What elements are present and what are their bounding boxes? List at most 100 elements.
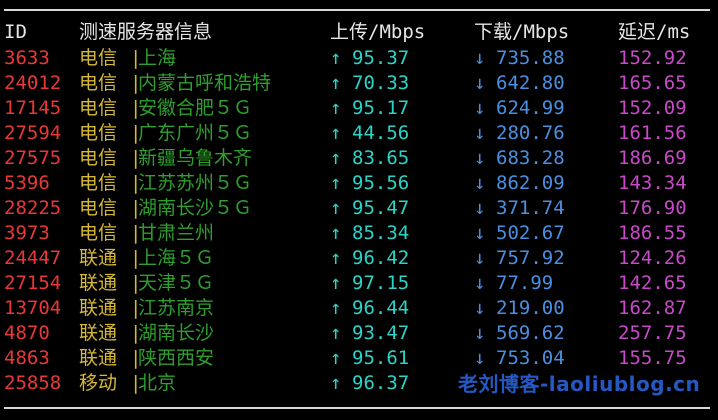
table-row: 4863 联通 | 陕西西安 ↑ 95.61 ↓ 753.04 155.75 <box>0 346 718 371</box>
upload-arrow-icon: ↑ <box>330 322 342 344</box>
download-arrow-icon: ↓ <box>474 172 486 194</box>
isp-name: 电信 <box>79 147 118 169</box>
header-server-info: 测速服务器信息 <box>79 21 213 43</box>
server-location: 内蒙古呼和浩特 <box>138 72 272 94</box>
table-row: 27594 电信 | 广东广州５Ｇ ↑ 44.56 ↓ 280.76 161.56 <box>0 121 718 146</box>
download-speed: 757.92 <box>496 247 565 269</box>
download-speed: 753.04 <box>496 347 565 369</box>
download-arrow-icon: ↓ <box>474 247 486 269</box>
upload-speed: 93.47 <box>352 322 410 344</box>
server-location: 新疆乌鲁木齐 <box>138 147 253 169</box>
upload-arrow-icon: ↑ <box>330 72 342 94</box>
watermark-text: 老刘博客-laoliublog.cn <box>458 372 701 396</box>
download-speed: 624.99 <box>496 97 565 119</box>
server-id: 24447 <box>4 247 62 269</box>
isp-name: 联通 <box>79 297 118 319</box>
latency-value: 152.92 <box>618 47 687 69</box>
server-location: 陕西西安 <box>138 347 215 369</box>
download-arrow-icon: ↓ <box>474 72 486 94</box>
latency-value: 161.56 <box>618 122 687 144</box>
server-id: 5396 <box>4 172 50 194</box>
upload-speed: 96.37 <box>352 372 410 394</box>
latency-value: 152.09 <box>618 97 687 119</box>
upload-speed: 95.37 <box>352 47 410 69</box>
download-speed: 280.76 <box>496 122 565 144</box>
isp-name: 联通 <box>79 322 118 344</box>
server-id: 27575 <box>4 147 62 169</box>
download-arrow-icon: ↓ <box>474 47 486 69</box>
upload-speed: 95.61 <box>352 347 410 369</box>
isp-name: 电信 <box>79 97 118 119</box>
server-location: 湖南长沙 <box>138 322 215 344</box>
isp-name: 电信 <box>79 172 118 194</box>
server-id: 24012 <box>4 72 62 94</box>
table-header: ID 测速服务器信息 上传/Mbps 下载/Mbps 延迟/ms <box>0 20 718 45</box>
download-arrow-icon: ↓ <box>474 197 486 219</box>
table-row: 3973 电信 | 甘肃兰州 ↑ 85.34 ↓ 502.67 186.55 <box>0 221 718 246</box>
table-row: 24012 电信 | 内蒙古呼和浩特 ↑ 70.33 ↓ 642.80 165.65 <box>0 71 718 96</box>
latency-value: 257.75 <box>618 322 687 344</box>
isp-name: 电信 <box>79 122 118 144</box>
download-arrow-icon: ↓ <box>474 272 486 294</box>
isp-name: 电信 <box>79 47 118 69</box>
latency-value: 186.55 <box>618 222 687 244</box>
download-speed: 683.28 <box>496 147 565 169</box>
table-row: 24447 联通 | 上海５Ｇ ↑ 96.42 ↓ 757.92 124.26 <box>0 246 718 271</box>
upload-speed: 95.17 <box>352 97 410 119</box>
server-location: 江苏南京 <box>138 297 215 319</box>
latency-value: 176.90 <box>618 197 687 219</box>
download-arrow-icon: ↓ <box>474 222 486 244</box>
upload-arrow-icon: ↑ <box>330 122 342 144</box>
server-id: 25858 <box>4 372 62 394</box>
isp-name: 电信 <box>79 197 118 219</box>
bottom-separator-line <box>4 407 710 409</box>
header-upload: 上传/Mbps <box>330 21 426 43</box>
server-id: 28225 <box>4 197 62 219</box>
download-speed: 219.00 <box>496 297 565 319</box>
table-row: 17145 电信 | 安徽合肥５Ｇ ↑ 95.17 ↓ 624.99 152.09 <box>0 96 718 121</box>
server-location: 北京 <box>138 372 177 394</box>
header-id: ID <box>4 21 27 43</box>
table-row: 13704 联通 | 江苏南京 ↑ 96.44 ↓ 219.00 162.87 <box>0 296 718 321</box>
latency-value: 124.26 <box>618 247 687 269</box>
download-speed: 371.74 <box>496 197 565 219</box>
upload-speed: 96.44 <box>352 297 410 319</box>
download-speed: 642.80 <box>496 72 565 94</box>
latency-value: 142.65 <box>618 272 687 294</box>
isp-name: 移动 <box>79 372 118 394</box>
download-arrow-icon: ↓ <box>474 122 486 144</box>
isp-name: 联通 <box>79 247 118 269</box>
latency-value: 186.69 <box>618 147 687 169</box>
table-row: 4870 联通 | 湖南长沙 ↑ 93.47 ↓ 569.62 257.75 <box>0 321 718 346</box>
download-arrow-icon: ↓ <box>474 97 486 119</box>
top-separator-line <box>4 9 710 11</box>
latency-value: 165.65 <box>618 72 687 94</box>
server-id: 17145 <box>4 97 62 119</box>
upload-speed: 83.65 <box>352 147 410 169</box>
upload-arrow-icon: ↑ <box>330 272 342 294</box>
upload-arrow-icon: ↑ <box>330 97 342 119</box>
server-id: 27594 <box>4 122 62 144</box>
isp-name: 电信 <box>79 222 118 244</box>
download-arrow-icon: ↓ <box>474 297 486 319</box>
server-location: 上海５Ｇ <box>138 247 215 269</box>
table-row: 28225 电信 | 湖南长沙５Ｇ ↑ 95.47 ↓ 371.74 176.90 <box>0 196 718 221</box>
upload-arrow-icon: ↑ <box>330 247 342 269</box>
server-id: 3633 <box>4 47 50 69</box>
isp-name: 电信 <box>79 72 118 94</box>
server-location: 广东广州５Ｇ <box>138 122 253 144</box>
upload-speed: 85.34 <box>352 222 410 244</box>
isp-name: 联通 <box>79 347 118 369</box>
download-speed: 862.09 <box>496 172 565 194</box>
upload-speed: 95.56 <box>352 172 410 194</box>
latency-value: 155.75 <box>618 347 687 369</box>
server-location: 湖南长沙５Ｇ <box>138 197 253 219</box>
speedtest-results-table: 3633 电信 | 上海 ↑ 95.37 ↓ 735.88 152.92 24012 电信 | 内蒙古呼… <box>0 46 718 396</box>
isp-name: 联通 <box>79 272 118 294</box>
upload-speed: 97.15 <box>352 272 410 294</box>
latency-value: 143.34 <box>618 172 687 194</box>
upload-arrow-icon: ↑ <box>330 172 342 194</box>
server-location: 安徽合肥５Ｇ <box>138 97 253 119</box>
server-location: 江苏苏州５Ｇ <box>138 172 253 194</box>
download-speed: 735.88 <box>496 47 565 69</box>
